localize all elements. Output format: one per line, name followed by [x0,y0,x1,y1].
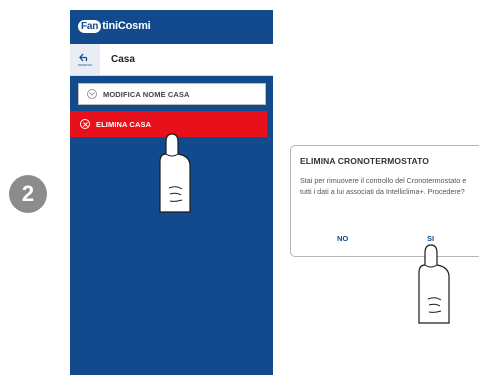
delete-home-label: ELIMINA CASA [96,119,152,129]
close-circle-icon [80,119,90,129]
logo-badge: Fan [78,19,102,33]
tap-hand-icon [159,133,191,213]
dialog-message: Stai per rimuovere il controllo del Cron… [300,176,467,196]
modify-home-name-label: MODIFICA NOME CASA [103,89,190,99]
app-bar: INDIETRO Casa [70,44,273,76]
back-arrow-icon [79,53,88,61]
dialog-yes-button[interactable]: SI [427,234,434,243]
logo-text: tiniCosmi [102,20,151,32]
tap-hand-icon [418,244,450,324]
back-label: INDIETRO [77,62,93,67]
back-button[interactable]: INDIETRO [70,44,100,75]
step-number-badge: 2 [9,175,47,213]
delete-thermostat-dialog: ELIMINA CRONOTERMOSTATO Stai per rimuove… [290,145,479,257]
dialog-title: ELIMINA CRONOTERMOSTATO [300,156,430,166]
dialog-no-button[interactable]: NO [337,234,348,243]
chevron-down-icon [87,89,97,99]
brand-logo: Fan tiniCosmi [78,17,151,35]
modify-home-name-item[interactable]: MODIFICA NOME CASA [78,83,266,105]
page-title: Casa [111,54,135,65]
